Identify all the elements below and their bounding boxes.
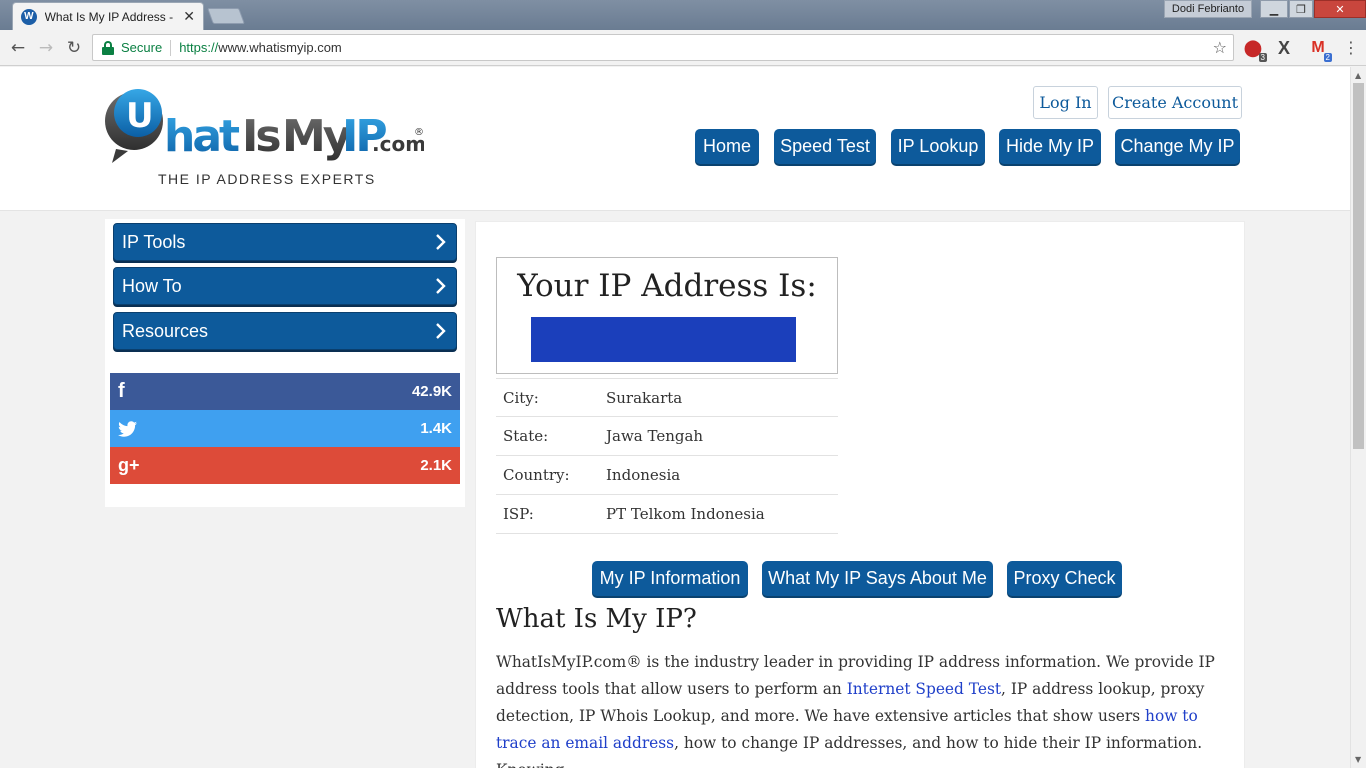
table-row: City: Surakarta bbox=[496, 378, 838, 417]
profile-button[interactable]: Dodi Febrianto bbox=[1164, 0, 1252, 18]
ip-heading: Your IP Address Is: bbox=[517, 268, 817, 304]
facebook-share-count: 42.9K bbox=[411, 383, 452, 400]
sidebar-item-how-to[interactable]: How To bbox=[113, 267, 457, 305]
favicon-icon: W bbox=[21, 8, 37, 25]
nav-hide-my-ip[interactable]: Hide My IP bbox=[999, 129, 1101, 164]
sidebar-item-label: IP Tools bbox=[122, 231, 186, 252]
ip-address-redacted bbox=[531, 317, 796, 362]
tab-title: What Is My IP Address - bbox=[44, 9, 174, 24]
create-account-button[interactable]: Create Account bbox=[1108, 86, 1242, 119]
lock-icon bbox=[101, 40, 115, 55]
svg-text:My: My bbox=[282, 111, 351, 162]
nav-speed-test[interactable]: Speed Test bbox=[774, 129, 876, 164]
googleplus-share-button[interactable]: g+ 2.1K bbox=[110, 447, 460, 484]
info-label: Country: bbox=[503, 466, 570, 484]
site-header: U hat Is My IP .com ® THE IP ADDRESS EXP… bbox=[0, 67, 1350, 211]
minimize-button[interactable]: ▁ bbox=[1260, 0, 1288, 18]
security-label: Secure bbox=[121, 40, 163, 55]
googleplus-share-count: 2.1K bbox=[420, 457, 452, 474]
login-button[interactable]: Log In bbox=[1033, 86, 1098, 119]
nav-change-my-ip[interactable]: Change My IP bbox=[1115, 129, 1240, 164]
info-label: City: bbox=[503, 388, 539, 407]
tab-close-icon[interactable]: ✕ bbox=[183, 9, 195, 25]
sidebar-item-resources[interactable]: Resources bbox=[113, 312, 457, 350]
svg-text:®: ® bbox=[414, 127, 424, 138]
maximize-button[interactable]: ❐ bbox=[1289, 0, 1313, 18]
info-label: State: bbox=[503, 427, 549, 445]
logo-graphic: U hat Is My IP .com ® bbox=[105, 89, 424, 163]
what-my-ip-says-button[interactable]: What My IP Says About Me bbox=[762, 561, 993, 596]
table-row: State: Jawa Tengah bbox=[496, 417, 838, 456]
window-close-button[interactable]: ✕ bbox=[1314, 0, 1366, 18]
section-title: What Is My IP? bbox=[496, 604, 697, 634]
sidebar: IP Tools How To Resources f 42.9K 1.4K g… bbox=[105, 219, 465, 507]
adblock-extension-icon[interactable]: ⬤ 3 bbox=[1243, 38, 1267, 62]
site-logo[interactable]: U hat Is My IP .com ® THE IP ADDRESS EXP… bbox=[104, 85, 424, 189]
site-tagline: THE IP ADDRESS EXPERTS bbox=[158, 171, 376, 187]
nav-ip-lookup[interactable]: IP Lookup bbox=[891, 129, 985, 164]
chevron-right-icon bbox=[436, 278, 446, 294]
browser-toolbar: ← → ↻ Secure https://www.whatismyip.com … bbox=[0, 30, 1366, 66]
browser-menu-icon[interactable]: ⋮ bbox=[1343, 38, 1359, 57]
back-icon[interactable]: ← bbox=[7, 37, 29, 59]
vertical-scrollbar[interactable]: ▲ ▼ bbox=[1350, 67, 1366, 768]
bookmark-star-icon[interactable]: ☆ bbox=[1213, 38, 1227, 57]
reload-icon[interactable]: ↻ bbox=[63, 37, 85, 59]
facebook-icon: f bbox=[118, 380, 125, 402]
address-bar[interactable]: Secure https://www.whatismyip.com ☆ bbox=[92, 34, 1234, 61]
url-text: https://www.whatismyip.com bbox=[179, 40, 342, 55]
my-ip-information-button[interactable]: My IP Information bbox=[592, 561, 748, 596]
info-value: Indonesia bbox=[606, 466, 681, 484]
page-viewport: U hat Is My IP .com ® THE IP ADDRESS EXP… bbox=[0, 67, 1350, 768]
table-row: Country: Indonesia bbox=[496, 456, 838, 495]
info-value: PT Telkom Indonesia bbox=[606, 505, 765, 523]
twitter-share-count: 1.4K bbox=[420, 420, 452, 437]
svg-text:hat: hat bbox=[164, 111, 240, 162]
svg-text:U: U bbox=[126, 96, 154, 136]
scrollbar-thumb[interactable] bbox=[1353, 83, 1364, 449]
new-tab-button[interactable] bbox=[207, 8, 245, 24]
browser-tabstrip: W What Is My IP Address - ✕ Dodi Febrian… bbox=[0, 0, 1366, 30]
table-row: ISP: PT Telkom Indonesia bbox=[496, 495, 838, 534]
twitter-icon bbox=[118, 420, 137, 437]
sidebar-item-label: How To bbox=[122, 275, 182, 296]
info-value: Jawa Tengah bbox=[606, 427, 704, 445]
facebook-share-button[interactable]: f 42.9K bbox=[110, 373, 460, 410]
scroll-down-icon[interactable]: ▼ bbox=[1355, 755, 1361, 764]
sidebar-item-ip-tools[interactable]: IP Tools bbox=[113, 223, 457, 261]
ip-info-table: City: Surakarta State: Jawa Tengah Count… bbox=[496, 378, 838, 534]
main-content: Your IP Address Is: City: Surakarta Stat… bbox=[475, 221, 1245, 768]
gmail-extension-icon[interactable]: M2 bbox=[1308, 38, 1332, 62]
x-extension-icon[interactable]: X bbox=[1274, 38, 1294, 58]
info-value: Surakarta bbox=[606, 388, 683, 407]
twitter-share-button[interactable]: 1.4K bbox=[110, 410, 460, 447]
forward-icon[interactable]: → bbox=[35, 37, 57, 59]
internet-speed-test-link[interactable]: Internet Speed Test bbox=[847, 680, 1001, 698]
svg-text:Is: Is bbox=[242, 111, 280, 162]
nav-home[interactable]: Home bbox=[695, 129, 759, 164]
ip-address-card: Your IP Address Is: bbox=[496, 257, 838, 374]
browser-tab[interactable]: W What Is My IP Address - ✕ bbox=[12, 2, 204, 30]
proxy-check-button[interactable]: Proxy Check bbox=[1007, 561, 1122, 596]
intro-paragraph: WhatIsMyIP.com® is the industry leader i… bbox=[496, 653, 1215, 768]
chevron-right-icon bbox=[436, 234, 446, 250]
sidebar-item-label: Resources bbox=[122, 320, 209, 341]
googleplus-icon: g+ bbox=[118, 455, 140, 475]
info-label: ISP: bbox=[503, 505, 534, 523]
scroll-up-icon[interactable]: ▲ bbox=[1355, 71, 1361, 80]
chevron-right-icon bbox=[436, 323, 446, 339]
